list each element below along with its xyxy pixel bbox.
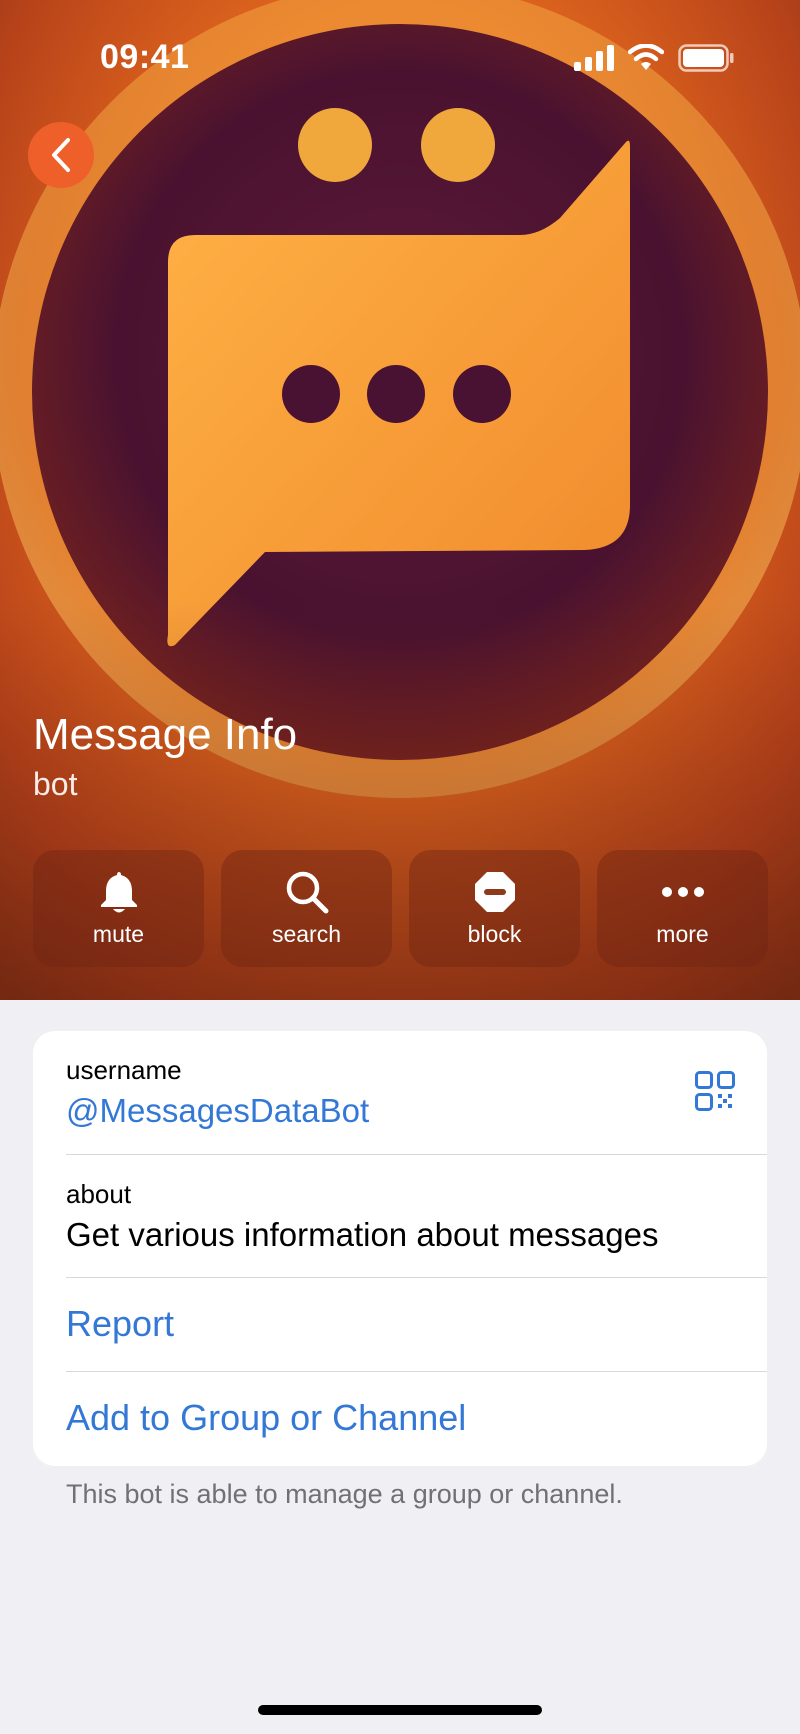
profile-header: 09:41 Message Info bot mute search block… bbox=[0, 0, 800, 1000]
more-icon bbox=[661, 887, 704, 897]
report-link[interactable]: Report bbox=[66, 1303, 767, 1345]
about-row: about Get various information about mess… bbox=[66, 1179, 767, 1254]
battery-icon bbox=[678, 44, 734, 72]
username-value[interactable]: @MessagesDataBot bbox=[66, 1092, 767, 1130]
divider bbox=[66, 1277, 767, 1278]
search-button[interactable]: search bbox=[221, 850, 392, 967]
profile-title-block: Message Info bot bbox=[33, 710, 297, 803]
search-label: search bbox=[271, 921, 342, 947]
block-label: block bbox=[467, 921, 522, 947]
about-value: Get various information about messages bbox=[66, 1216, 659, 1253]
divider bbox=[66, 1154, 767, 1155]
add-to-group-link[interactable]: Add to Group or Channel bbox=[66, 1397, 767, 1439]
profile-name: Message Info bbox=[33, 710, 298, 759]
add-to-group-row[interactable]: Add to Group or Channel bbox=[66, 1397, 767, 1439]
search-icon bbox=[286, 871, 328, 914]
qr-code-button[interactable] bbox=[695, 1071, 735, 1116]
footnote: This bot is able to manage a group or ch… bbox=[66, 1479, 623, 1509]
home-indicator bbox=[258, 1705, 542, 1715]
status-icons bbox=[574, 44, 734, 72]
status-bar: 09:41 bbox=[0, 0, 800, 120]
block-icon bbox=[474, 872, 515, 912]
wifi-icon bbox=[628, 44, 664, 70]
report-row[interactable]: Report bbox=[66, 1303, 767, 1345]
username-row[interactable]: username @MessagesDataBot bbox=[66, 1055, 767, 1130]
profile-subtitle: bot bbox=[33, 766, 78, 802]
mute-label: mute bbox=[92, 921, 145, 947]
bell-icon bbox=[100, 872, 137, 913]
info-card: username @MessagesDataBot about Get vari… bbox=[33, 1031, 767, 1466]
block-button[interactable]: block bbox=[409, 850, 580, 967]
more-button[interactable]: more bbox=[597, 850, 768, 967]
status-time: 09:41 bbox=[100, 38, 190, 76]
username-label: username bbox=[66, 1055, 182, 1085]
back-button[interactable] bbox=[28, 122, 94, 188]
about-label: about bbox=[66, 1179, 132, 1209]
chevron-left-icon bbox=[52, 138, 70, 172]
action-buttons: mute search block more bbox=[33, 850, 768, 967]
more-label: more bbox=[656, 921, 709, 947]
divider bbox=[66, 1371, 767, 1372]
mute-button[interactable]: mute bbox=[33, 850, 204, 967]
cellular-signal-icon bbox=[574, 45, 614, 71]
qr-code-icon bbox=[695, 1071, 735, 1111]
